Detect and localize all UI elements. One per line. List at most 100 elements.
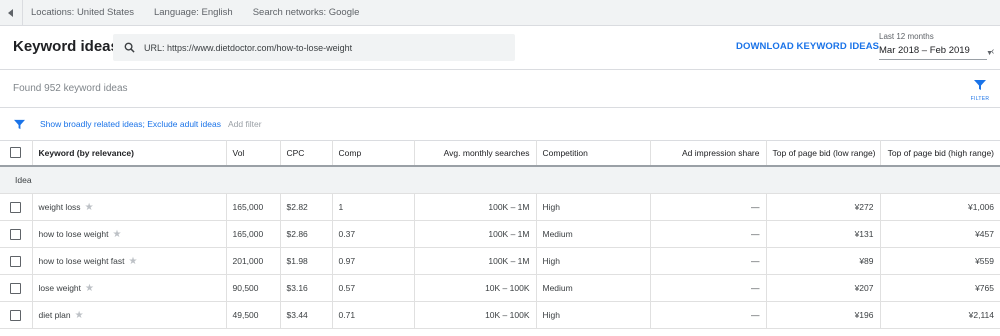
column-header-bid-low[interactable]: Top of page bid (low range): [766, 140, 881, 167]
filter-button[interactable]: FILTER: [968, 78, 992, 102]
competition-cell: High: [536, 301, 651, 329]
column-header-avg-monthly-searches[interactable]: Avg. monthly searches: [414, 140, 537, 167]
column-header-bid-high[interactable]: Top of page bid (high range): [880, 140, 1000, 167]
comp-cell: 0.57: [332, 274, 415, 302]
comp-cell: 0.97: [332, 247, 415, 275]
chevron-left-icon[interactable]: ‹: [991, 46, 994, 57]
bid-high-cell: ¥2,114: [880, 301, 1000, 329]
context-bar: Locations: United States Language: Engli…: [0, 0, 1000, 26]
row-checkbox[interactable]: [0, 220, 33, 248]
bid-high-cell: ¥765: [880, 274, 1000, 302]
bid-high-cell: ¥1,006: [880, 193, 1000, 221]
url-search-input[interactable]: URL: https://www.dietdoctor.com/how-to-l…: [113, 34, 515, 61]
impression-share-cell: —: [650, 220, 767, 248]
star-icon[interactable]: ★: [85, 283, 94, 294]
column-header-competition[interactable]: Competition: [536, 140, 651, 167]
star-icon[interactable]: ★: [112, 229, 121, 240]
filter-icon: [14, 119, 25, 129]
locations-setting[interactable]: Locations: United States: [31, 7, 134, 18]
checkbox-icon: [10, 201, 22, 213]
impression-share-cell: —: [650, 247, 767, 275]
row-checkbox[interactable]: [0, 301, 33, 329]
keyword-text: how to lose weight: [38, 229, 109, 239]
column-header-ad-impression-share[interactable]: Ad impression share: [650, 140, 767, 167]
keyword-table: Keyword (by relevance) Vol CPC Comp Avg.…: [0, 140, 1000, 329]
competition-cell: High: [536, 193, 651, 221]
avg-searches-cell: 10K – 100K: [414, 274, 537, 302]
table-row: diet plan ★ 49,500 $3.44 0.71 10K – 100K …: [0, 301, 1000, 329]
vol-cell: 165,000: [226, 193, 281, 221]
row-checkbox[interactable]: [0, 274, 33, 302]
collapse-left-button[interactable]: [0, 0, 23, 25]
avg-searches-cell: 10K – 100K: [414, 301, 537, 329]
cpc-cell: $3.16: [280, 274, 333, 302]
column-header-comp[interactable]: Comp: [332, 140, 415, 167]
page-title: Keyword ideas: [13, 38, 119, 55]
avg-searches-cell: 100K – 1M: [414, 247, 537, 275]
date-range-label: Last 12 months: [879, 32, 934, 41]
column-header-vol[interactable]: Vol: [226, 140, 281, 167]
checkbox-icon: [10, 255, 22, 267]
search-icon: [124, 42, 135, 53]
header-divider: [0, 69, 1000, 70]
search-networks-setting[interactable]: Search networks: Google: [253, 7, 360, 18]
star-icon[interactable]: ★: [75, 310, 84, 321]
date-range-selector[interactable]: Last 12 months Mar 2018 – Feb 2019 ▼: [879, 32, 993, 60]
table-row: lose weight ★ 90,500 $3.16 0.57 10K – 100…: [0, 274, 1000, 302]
star-icon[interactable]: ★: [85, 202, 94, 213]
bid-low-cell: ¥207: [766, 274, 881, 302]
keyword-cell: how to lose weight ★: [32, 220, 227, 248]
language-setting[interactable]: Language: English: [154, 7, 233, 18]
group-row: Idea: [0, 166, 1000, 194]
keyword-text: how to lose weight fast: [38, 256, 125, 266]
bid-high-cell: ¥559: [880, 247, 1000, 275]
table-row: how to lose weight ★ 165,000 $2.86 0.37 1…: [0, 220, 1000, 248]
filter-icon: [974, 80, 986, 90]
active-filters-link[interactable]: Show broadly related ideas; Exclude adul…: [40, 119, 221, 129]
impression-share-cell: —: [650, 274, 767, 302]
cpc-cell: $2.82: [280, 193, 333, 221]
impression-share-cell: —: [650, 193, 767, 221]
filter-button-label: FILTER: [970, 96, 990, 102]
filter-bar: Show broadly related ideas; Exclude adul…: [0, 107, 1000, 141]
row-checkbox[interactable]: [0, 193, 33, 221]
impression-share-cell: —: [650, 301, 767, 329]
vol-cell: 165,000: [226, 220, 281, 248]
keyword-cell: weight loss ★: [32, 193, 227, 221]
checkbox-icon: [10, 228, 22, 240]
page-header: Keyword ideas URL: https://www.dietdocto…: [0, 26, 1000, 68]
vol-cell: 49,500: [226, 301, 281, 329]
results-count: Found 952 keyword ideas: [13, 83, 128, 94]
caret-left-icon: [8, 8, 13, 17]
keyword-cell: diet plan ★: [32, 301, 227, 329]
bid-low-cell: ¥196: [766, 301, 881, 329]
select-all-checkbox[interactable]: [0, 140, 33, 167]
download-keyword-ideas-button[interactable]: DOWNLOAD KEYWORD IDEAS: [736, 41, 879, 52]
checkbox-icon: [10, 147, 22, 159]
competition-cell: Medium: [536, 220, 651, 248]
table-row: how to lose weight fast ★ 201,000 $1.98 0…: [0, 247, 1000, 275]
avg-searches-cell: 100K – 1M: [414, 220, 537, 248]
add-filter-button[interactable]: Add filter: [228, 119, 262, 129]
table-header-row: Keyword (by relevance) Vol CPC Comp Avg.…: [0, 140, 1000, 167]
bid-low-cell: ¥272: [766, 193, 881, 221]
row-checkbox[interactable]: [0, 247, 33, 275]
star-icon[interactable]: ★: [129, 256, 138, 267]
group-label: Idea: [0, 166, 1000, 194]
checkbox-icon: [10, 309, 22, 321]
comp-cell: 0.71: [332, 301, 415, 329]
competition-cell: Medium: [536, 274, 651, 302]
competition-cell: High: [536, 247, 651, 275]
keyword-cell: how to lose weight fast ★: [32, 247, 227, 275]
keyword-text: weight loss: [38, 202, 81, 212]
avg-searches-cell: 100K – 1M: [414, 193, 537, 221]
date-range-value: Mar 2018 – Feb 2019: [879, 45, 987, 60]
cpc-cell: $2.86: [280, 220, 333, 248]
vol-cell: 201,000: [226, 247, 281, 275]
bid-low-cell: ¥89: [766, 247, 881, 275]
column-header-keyword[interactable]: Keyword (by relevance): [32, 140, 227, 167]
keyword-text: lose weight: [38, 283, 82, 293]
bid-high-cell: ¥457: [880, 220, 1000, 248]
keyword-cell: lose weight ★: [32, 274, 227, 302]
column-header-cpc[interactable]: CPC: [280, 140, 333, 167]
